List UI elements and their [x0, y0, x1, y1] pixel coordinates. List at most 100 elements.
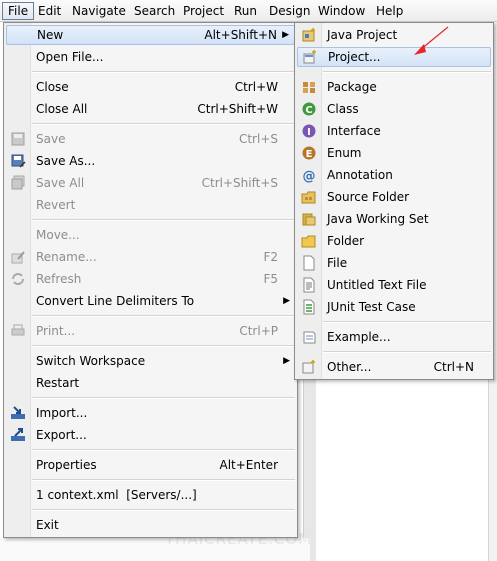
menu-item-label: Restart — [36, 376, 80, 390]
menu-item-properties[interactable]: Properties Alt+Enter — [6, 455, 295, 475]
menu-item-close-all[interactable]: Close All Ctrl+Shift+W — [6, 99, 295, 119]
menu-separator — [32, 509, 295, 511]
menu-item-close[interactable]: Close Ctrl+W — [6, 77, 295, 97]
folder-icon — [301, 235, 316, 248]
other-icon — [302, 360, 315, 374]
menu-item-shortcut: Ctrl+Shift+W — [197, 102, 278, 116]
annotation-icon: @ — [303, 169, 316, 183]
svg-text:@: @ — [303, 169, 316, 183]
menu-separator — [32, 479, 295, 481]
menu-item-label: Folder — [327, 234, 365, 248]
menu-navigate[interactable]: Navigate — [67, 2, 131, 20]
class-icon: C — [302, 102, 316, 116]
project-icon — [303, 50, 316, 64]
menu-window[interactable]: Window — [313, 2, 370, 20]
menu-item-label: Properties — [36, 458, 97, 472]
menu-item-label: Example... — [327, 330, 391, 344]
menu-item-label: Rename... — [36, 250, 97, 264]
submenu-arrow-icon: ▶ — [282, 30, 289, 40]
menu-item-java-working-set[interactable]: Java Working Set — [297, 209, 491, 229]
menu-item-label: Package — [327, 80, 377, 94]
text-file-icon — [303, 277, 315, 293]
menu-separator — [323, 351, 491, 353]
menu-item-import[interactable]: Import... — [6, 403, 295, 423]
menu-item-file[interactable]: File — [297, 253, 491, 273]
package-icon — [303, 82, 315, 93]
menu-separator — [32, 219, 295, 221]
menu-item-example[interactable]: Example... — [297, 327, 491, 347]
menu-item-class[interactable]: C Class — [297, 99, 491, 119]
save-as-icon — [11, 154, 26, 168]
menu-item-annotation[interactable]: @ Annotation — [297, 165, 491, 185]
menu-item-recent-file[interactable]: 1 context.xml [Servers/...] — [6, 485, 295, 505]
menu-item-enum[interactable]: E Enum — [297, 143, 491, 163]
menu-item-folder[interactable]: Folder — [297, 231, 491, 251]
menu-project[interactable]: Project — [178, 2, 229, 20]
menu-item-shortcut: Ctrl+Shift+S — [201, 176, 278, 190]
menu-item-save-as[interactable]: Save As... — [6, 151, 295, 171]
menu-item-label: Revert — [36, 198, 76, 212]
menu-item-shortcut: Ctrl+P — [239, 324, 278, 338]
menu-item-label: Interface — [327, 124, 381, 138]
source-folder-icon — [301, 191, 316, 204]
menu-item-restart[interactable]: Restart — [6, 373, 295, 393]
menu-item-label: Print... — [36, 324, 76, 338]
menu-file[interactable]: File — [2, 2, 35, 20]
menu-item-print[interactable]: Print... Ctrl+P — [6, 321, 295, 341]
menu-item-label: Convert Line Delimiters To — [36, 294, 195, 308]
menu-item-label: Refresh — [36, 272, 82, 286]
import-icon — [11, 406, 25, 419]
menu-item-convert-line-delimiters[interactable]: Convert Line Delimiters To ▶ — [6, 291, 295, 311]
menu-item-label: New — [37, 28, 64, 42]
menu-item-exit[interactable]: Exit — [6, 515, 295, 535]
save-all-icon — [11, 175, 25, 190]
save-icon — [11, 132, 25, 146]
menu-item-label: JUnit Test Case — [327, 300, 416, 314]
menu-item-label: Untitled Text File — [327, 278, 427, 292]
menu-item-move[interactable]: Move... — [6, 225, 295, 245]
menu-item-label: Java Project — [327, 28, 398, 42]
menu-run[interactable]: Run — [229, 2, 262, 20]
menu-search[interactable]: Search — [129, 2, 180, 20]
menu-item-label: Annotation — [327, 168, 393, 182]
menu-item-save[interactable]: Save Ctrl+S — [6, 129, 295, 149]
example-icon — [303, 331, 316, 344]
menu-separator — [323, 71, 491, 73]
menu-item-shortcut: Alt+Enter — [219, 458, 278, 472]
menu-item-rename[interactable]: Rename... F2 — [6, 247, 295, 267]
menu-item-switch-workspace[interactable]: Switch Workspace ▶ — [6, 351, 295, 371]
menu-design[interactable]: Design — [264, 2, 315, 20]
menu-item-open-file[interactable]: Open File... — [6, 47, 295, 67]
menu-item-untitled-text-file[interactable]: Untitled Text File — [297, 275, 491, 295]
menu-item-label: Switch Workspace — [36, 354, 146, 368]
menu-item-label: Project... — [328, 50, 381, 64]
menu-item-label: Import... — [36, 406, 88, 420]
menu-item-label: Enum — [327, 146, 362, 160]
print-icon — [11, 324, 25, 336]
menu-item-shortcut: F2 — [263, 250, 278, 264]
menu-item-source-folder[interactable]: Source Folder — [297, 187, 491, 207]
menu-item-save-all[interactable]: Save All Ctrl+Shift+S — [6, 173, 295, 193]
menu-item-label: Open File... — [36, 50, 104, 64]
menu-item-interface[interactable]: I Interface — [297, 121, 491, 141]
menu-help[interactable]: Help — [371, 2, 408, 20]
menu-item-shortcut: F5 — [263, 272, 278, 286]
menu-item-label: Save — [36, 132, 66, 146]
menu-item-refresh[interactable]: Refresh F5 — [6, 269, 295, 289]
junit-icon — [303, 299, 315, 315]
menu-item-junit-test-case[interactable]: JUnit Test Case — [297, 297, 491, 317]
menu-item-revert[interactable]: Revert — [6, 195, 295, 215]
menu-item-label: Save As... — [36, 154, 96, 168]
svg-text:E: E — [306, 149, 313, 160]
menu-item-new[interactable]: New Alt+Shift+N ▶ — [6, 25, 295, 45]
menu-item-project[interactable]: Project... — [297, 47, 491, 67]
menu-bar: File Edit Navigate Search Project Run De… — [0, 0, 497, 22]
menu-separator — [32, 315, 295, 317]
menu-item-package[interactable]: Package — [297, 77, 491, 97]
menu-item-java-project[interactable]: Java Project — [297, 25, 491, 45]
menu-item-other[interactable]: Other... Ctrl+N — [297, 357, 491, 377]
menu-item-label: Close — [36, 80, 69, 94]
svg-text:C: C — [305, 105, 312, 116]
menu-item-export[interactable]: Export... — [6, 425, 295, 445]
menu-edit[interactable]: Edit — [33, 2, 66, 20]
